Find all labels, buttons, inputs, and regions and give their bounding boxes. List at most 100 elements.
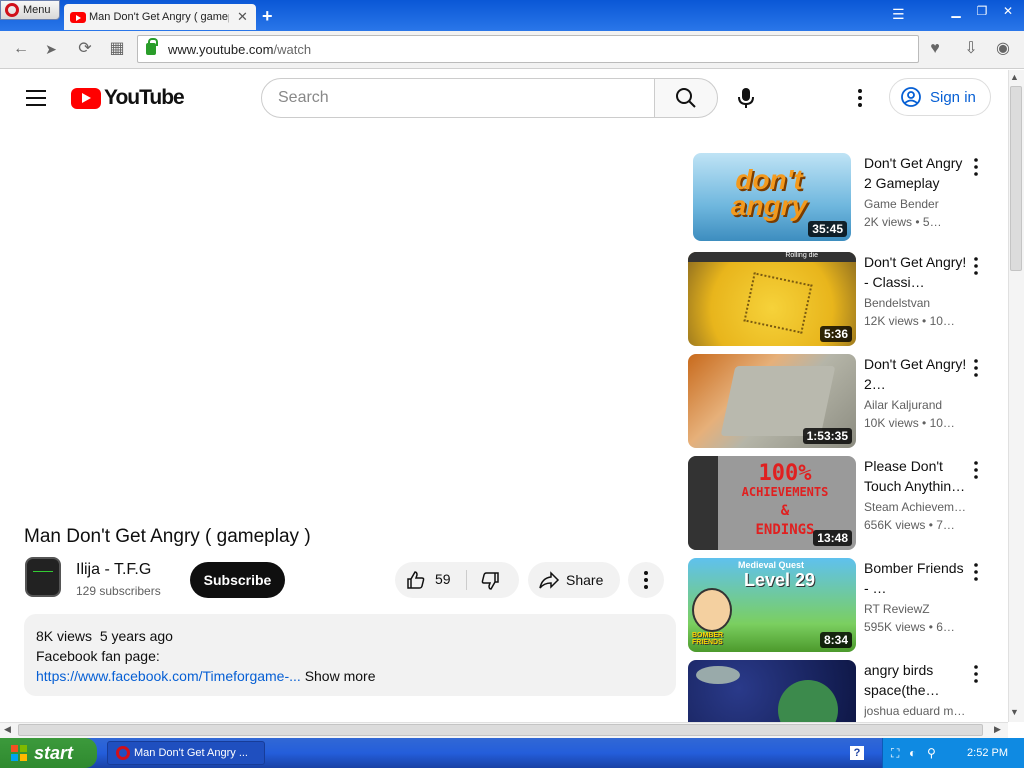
recommendation-item[interactable]: Rolling die 5:36 Don't Get Angry! - Clas… [688, 252, 988, 348]
recommendation-channel[interactable]: joshua eduard m… [864, 704, 968, 718]
recommendation-menu-icon[interactable] [970, 358, 982, 378]
browser-tab[interactable]: Man Don't Get Angry ( gameplay ) - YouTu… [64, 4, 256, 30]
recommendation-title[interactable]: angry birds space(the… [864, 660, 968, 700]
recommendation-thumbnail[interactable]: 100% ACHIEVEMENTS & ENDINGS 13:48 [688, 456, 856, 550]
like-divider [466, 570, 467, 590]
recommendation-title[interactable]: Don't Get Angry! - Classi… [864, 252, 968, 292]
scroll-left-icon[interactable]: ◀ [4, 724, 11, 735]
scroll-right-icon[interactable]: ▶ [994, 724, 1001, 735]
opera-logo-icon [5, 3, 19, 17]
speed-dial-icon[interactable]: ▦ [106, 38, 128, 60]
recommendation-title[interactable]: Bomber Friends - … [864, 558, 968, 598]
video-description[interactable]: 8K views 5 years ago Facebook fan page: … [24, 614, 676, 696]
recommendation-thumbnail[interactable] [688, 660, 856, 722]
search-button[interactable] [654, 78, 718, 118]
opera-menu-button[interactable]: Menu [0, 0, 60, 20]
recommendation-title[interactable]: Please Don't Touch Anythin… [864, 456, 968, 496]
microphone-icon[interactable] [735, 86, 757, 110]
recommendation-channel[interactable]: Game Bender [864, 197, 968, 211]
thumbnail-caption-line2: ACHIEVEMENTS [741, 485, 829, 499]
tab-close-icon[interactable]: ✕ [237, 9, 248, 25]
thumbnail-caption: don't angry [730, 164, 808, 221]
signin-button[interactable]: Sign in [889, 78, 991, 116]
back-icon[interactable]: ← [10, 38, 32, 60]
recommendation-thumbnail[interactable]: don't angry 35:45 [693, 153, 851, 241]
recommendation-thumbnail[interactable]: Rolling die 5:36 [688, 252, 856, 346]
recommendation-item[interactable]: Medieval Quest Level 29 BOMBER FRIENDS 8… [688, 558, 988, 654]
upload-age: 5 years ago [99, 628, 173, 644]
video-player[interactable] [24, 136, 676, 506]
recommendation-menu-icon[interactable] [970, 460, 982, 480]
search-tray-icon[interactable]: ⚲ [927, 746, 936, 760]
channel-avatar[interactable] [25, 557, 61, 597]
scroll-up-icon[interactable]: ▲ [1010, 72, 1019, 82]
recommendation-item[interactable]: angry birds space(the… joshua eduard m… [688, 660, 988, 722]
network-icon[interactable]: ⛶ [891, 746, 899, 761]
start-button[interactable]: start [0, 738, 97, 768]
recommendation-channel[interactable]: Bendelstvan [864, 296, 968, 310]
thumbnail-caption-line3: & [780, 503, 790, 519]
url-path: /watch [273, 41, 312, 57]
settings-kebab-icon[interactable] [852, 86, 868, 110]
recommendation-channel[interactable]: RT ReviewZ [864, 602, 968, 616]
taskbar-window-button[interactable]: Man Don't Get Angry ... [107, 741, 265, 765]
vertical-scroll-thumb[interactable] [1010, 86, 1022, 271]
more-actions-button[interactable] [628, 562, 664, 598]
recommendation-channel[interactable]: Steam Achievem… [864, 500, 968, 514]
share-button[interactable]: Share [528, 562, 620, 598]
thumbnail-caption-line1: Medieval Quest [738, 560, 805, 570]
account-icon[interactable]: ◉ [992, 38, 1014, 60]
subscribe-button[interactable]: Subscribe [190, 562, 285, 598]
reload-icon[interactable]: ⟳ [74, 38, 96, 60]
recommendation-item[interactable]: 1:53:35 Don't Get Angry! 2… Ailar Kaljur… [688, 354, 988, 450]
recommendation-item[interactable]: don't angry 35:45 Don't Get Angry 2 Game… [688, 153, 988, 249]
guide-menu-icon[interactable] [26, 90, 46, 106]
youtube-play-icon [71, 87, 101, 109]
youtube-logo-text: YouTube [104, 86, 185, 109]
close-window-icon[interactable]: ✕ [996, 2, 1020, 20]
recommendation-views: 10K views [864, 416, 919, 430]
volume-icon[interactable]: ◐ [909, 746, 916, 760]
scroll-down-icon[interactable]: ▼ [1010, 707, 1019, 717]
download-icon[interactable]: ⇩ [960, 38, 982, 60]
help-icon[interactable]: ? [850, 746, 864, 760]
minimize-icon[interactable]: ▁ [944, 2, 968, 20]
restore-icon[interactable]: ❐ [970, 2, 994, 20]
recommendation-menu-icon[interactable] [970, 256, 982, 276]
description-link[interactable]: https://www.facebook.com/Timeforgame-... [36, 668, 301, 684]
description-line: Facebook fan page: [36, 648, 160, 664]
recommendation-thumbnail[interactable]: 1:53:35 [688, 354, 856, 448]
show-more-button[interactable]: Show more [305, 668, 376, 684]
horizontal-scroll-thumb[interactable] [18, 724, 983, 736]
recommendation-item[interactable]: 100% ACHIEVEMENTS & ENDINGS 13:48 Please… [688, 456, 988, 552]
recommendation-title[interactable]: Don't Get Angry 2 Gameplay [864, 153, 968, 193]
thumbnail-caption: Rolling die [785, 252, 818, 259]
thumbs-up-icon[interactable] [405, 569, 427, 591]
recommendation-age: 5… [922, 215, 942, 229]
youtube-header: YouTube Search Sign in [0, 70, 1008, 126]
recommendation-channel[interactable]: Ailar Kaljurand [864, 398, 968, 412]
thumbs-down-icon[interactable] [479, 570, 501, 592]
cursor-icon: ➤ [45, 41, 57, 57]
recommendation-age: 10… [929, 416, 955, 430]
clock: 2:52 PM [967, 747, 1008, 759]
tab-list-icon[interactable]: ☰ [892, 6, 905, 23]
video-duration: 5:36 [819, 326, 852, 342]
address-bar[interactable]: www.youtube.com /watch [137, 35, 919, 63]
video-duration: 13:48 [813, 530, 852, 546]
recommendation-menu-icon[interactable] [970, 157, 982, 177]
recommendation-thumbnail[interactable]: Medieval Quest Level 29 BOMBER FRIENDS 8… [688, 558, 856, 652]
new-tab-icon[interactable]: + [262, 6, 273, 27]
youtube-favicon-icon [70, 11, 86, 23]
youtube-logo[interactable]: YouTube [71, 86, 185, 110]
channel-name[interactable]: Ilija - T.F.G [76, 561, 151, 579]
search-input[interactable]: Search [261, 78, 655, 118]
recommendation-title[interactable]: Don't Get Angry! 2… [864, 354, 968, 394]
system-tray: ⛶ ◐ ⚲ 2:52 PM [882, 738, 1024, 768]
taskbar-window-title: Man Don't Get Angry ... [134, 747, 248, 759]
tab-title: Man Don't Get Angry ( gameplay ) - YouTu… [89, 11, 229, 23]
recommendation-menu-icon[interactable] [970, 664, 982, 684]
heart-icon[interactable]: ♥ [924, 38, 946, 60]
recommendation-meta: 2K views • 5… [864, 215, 942, 229]
recommendation-menu-icon[interactable] [970, 562, 982, 582]
